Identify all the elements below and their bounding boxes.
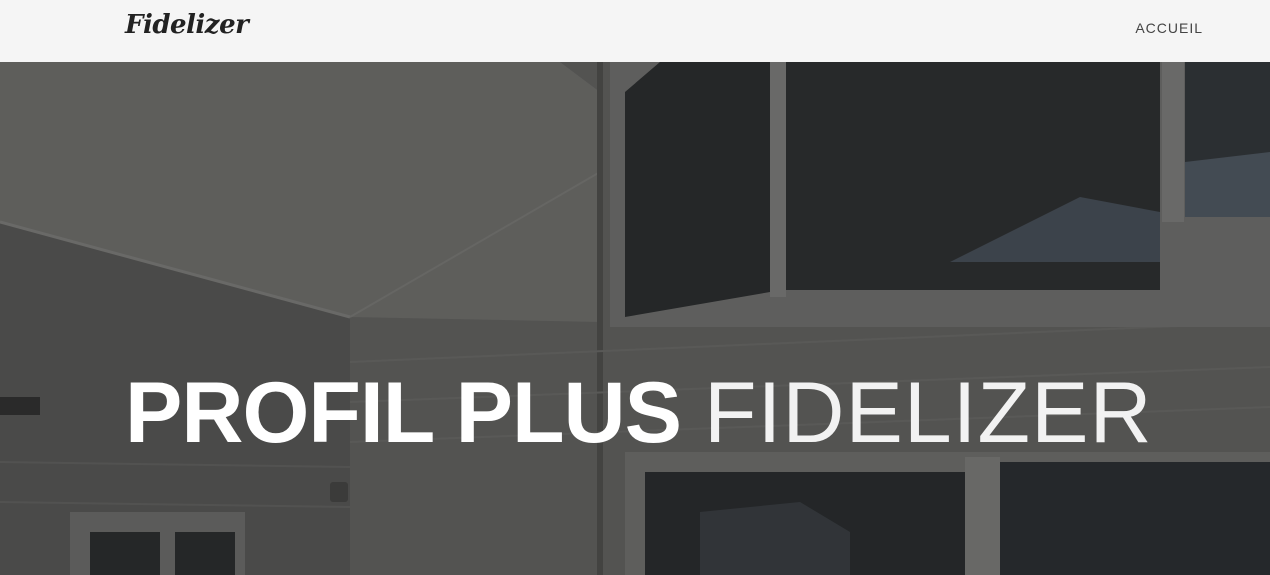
hero-title-bold: PROFIL PLUS [125,365,682,461]
nav-link-accueil[interactable]: ACCUEIL [1135,20,1203,36]
brand-logo[interactable]: Fidelizer [125,10,249,40]
hero-title-light: FIDELIZER [703,365,1153,461]
hero-title: PROFIL PLUS FIDELIZER [125,365,1153,461]
hero-section: PROFIL PLUS FIDELIZER [0,62,1270,575]
hero-dark-overlay [0,62,1270,575]
top-navbar: Fidelizer ACCUEIL [0,0,1270,62]
